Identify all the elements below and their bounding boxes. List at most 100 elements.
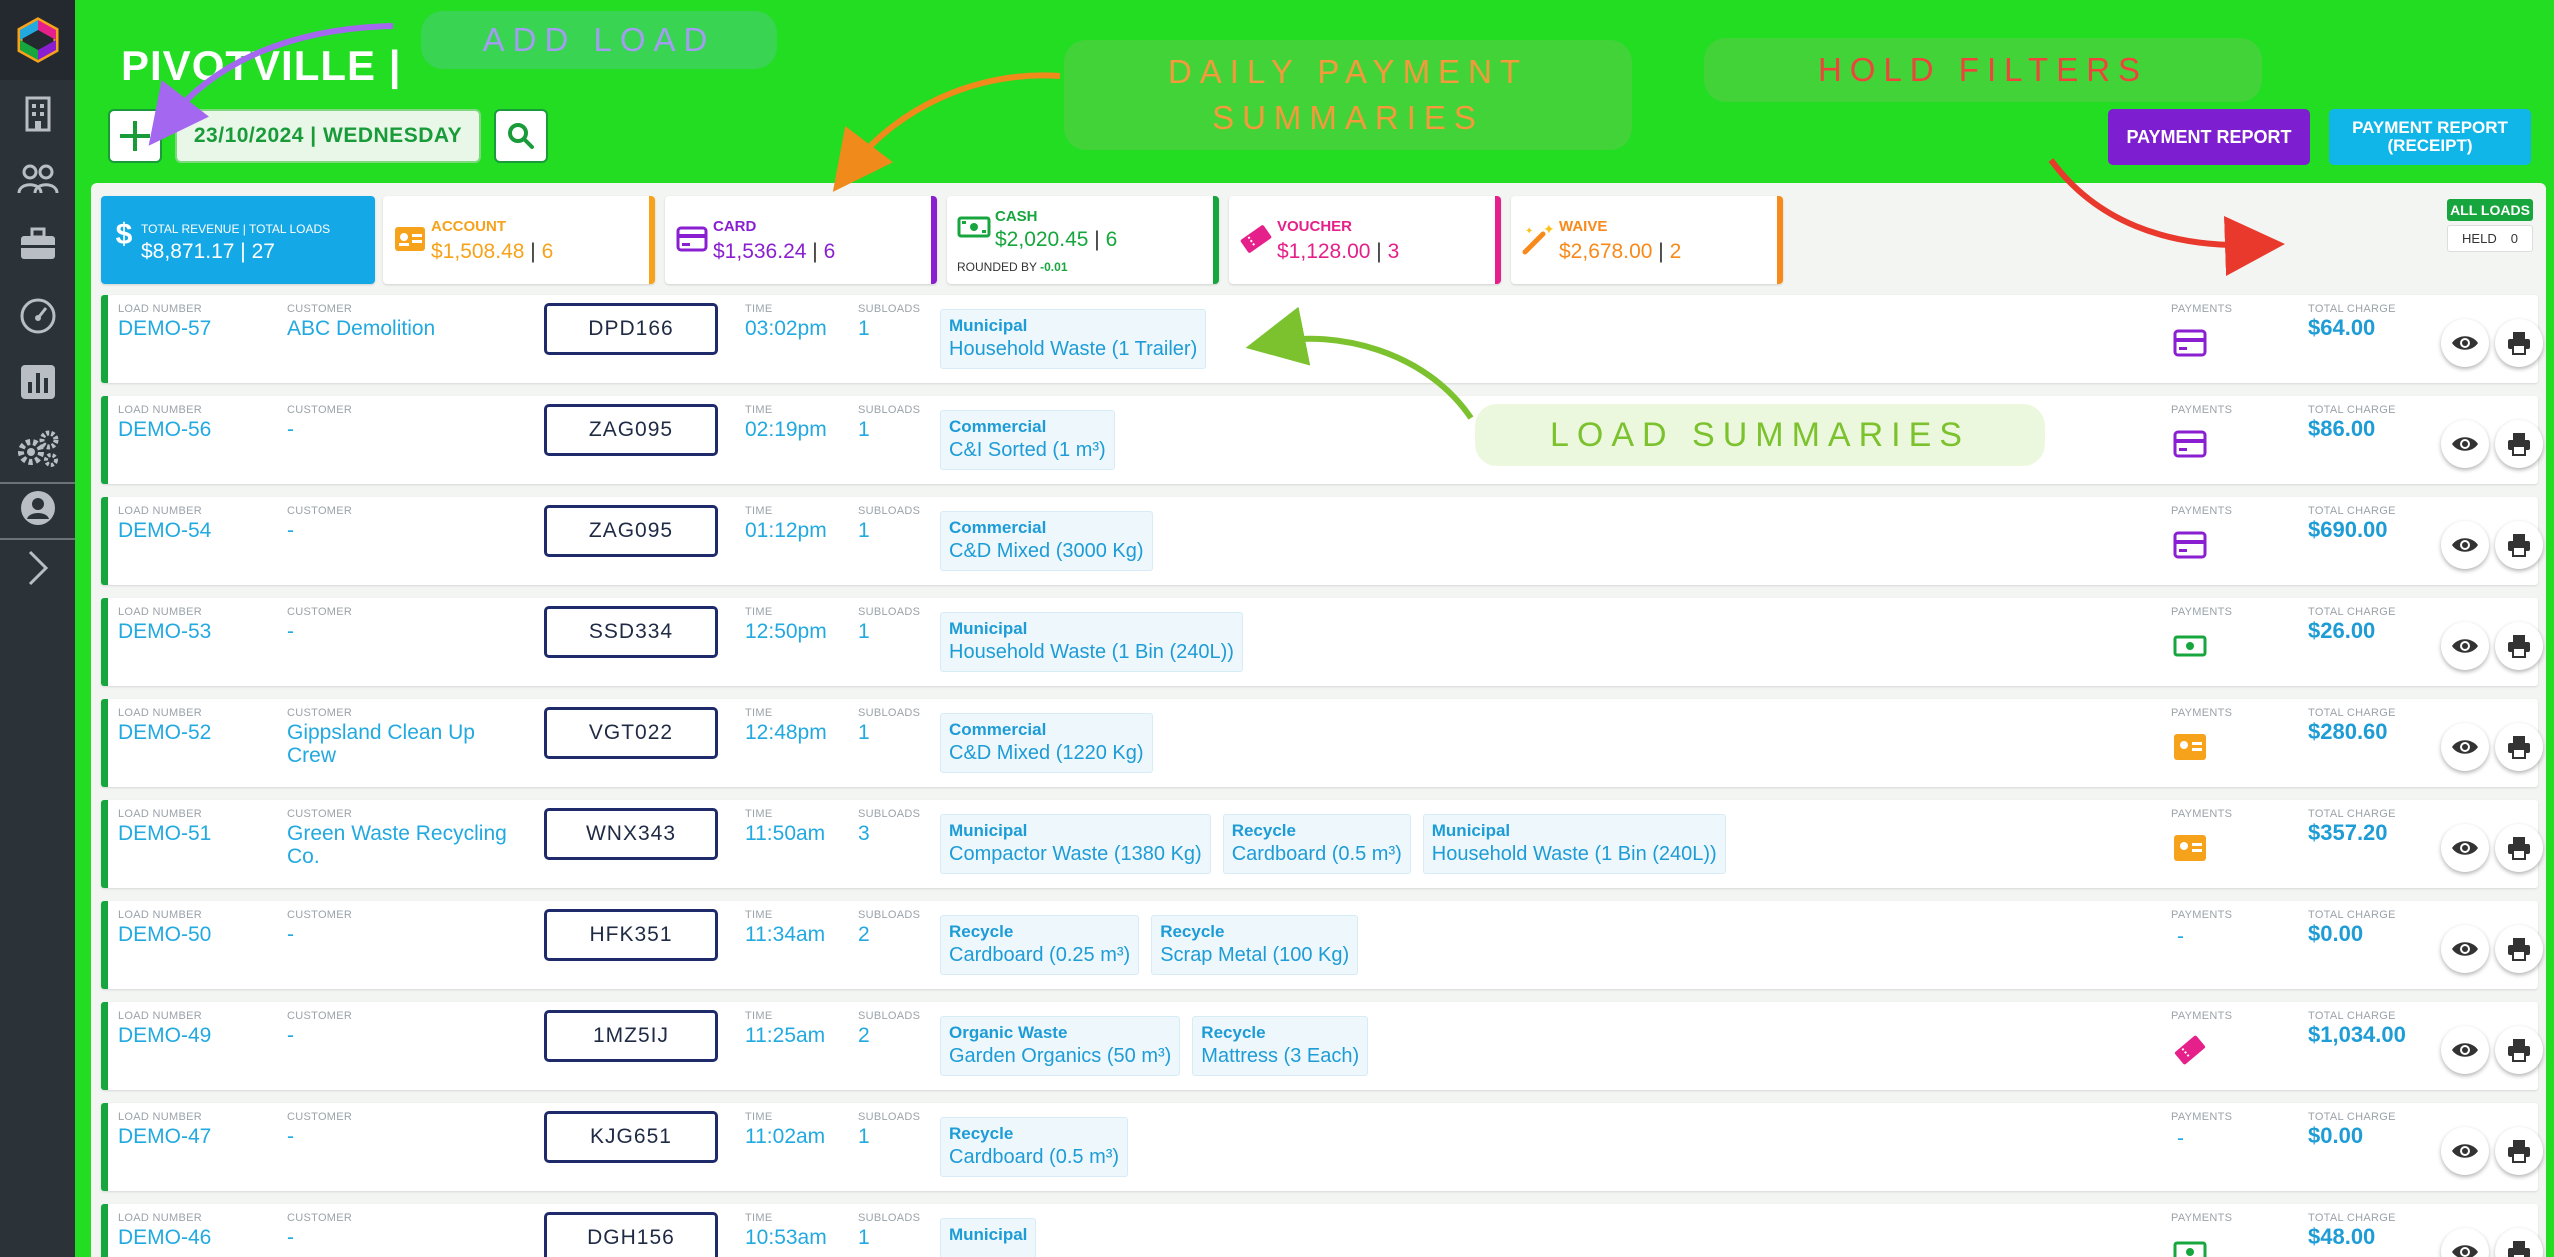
load-number[interactable]: DEMO-56	[118, 418, 211, 442]
load-row[interactable]: LOAD NUMBER DEMO-50 CUSTOMER - HFK351 TIME 11:…	[101, 901, 2543, 989]
payments-label: PAYMENTS	[2171, 1212, 2233, 1224]
subload-detail: C&D Mixed (3000 Kg)	[949, 540, 1144, 562]
view-load-button[interactable]	[2441, 622, 2489, 670]
subload-count: 2	[858, 1024, 870, 1047]
load-row[interactable]: LOAD NUMBER DEMO-49 CUSTOMER -1MZ5IJ TIME 11:…	[101, 1002, 2543, 1090]
customer-name[interactable]: -	[287, 418, 527, 441]
sidebar-item-loads[interactable]	[0, 214, 75, 274]
load-number[interactable]: DEMO-47	[118, 1125, 211, 1149]
view-load-button[interactable]	[2441, 1026, 2489, 1074]
sidebar-item-dashboard[interactable]	[0, 286, 75, 346]
subload-tag: Commercial C&D Mixed (1220 Kg)	[940, 713, 1153, 773]
customer-name[interactable]: Gippsland Clean Up Crew	[287, 721, 527, 767]
load-number[interactable]: DEMO-49	[118, 1024, 211, 1048]
subload-tag: Recycle Cardboard (0.25 m³)	[940, 915, 1140, 975]
print-load-button[interactable]	[2495, 319, 2543, 367]
total-revenue-card[interactable]: $ TOTAL REVENUE | TOTAL LOADS $8,871.17 …	[101, 196, 375, 284]
voucher-card[interactable]: VOUCHER $1,128.00 | 3	[1229, 196, 1501, 284]
customer-name[interactable]: -	[287, 1226, 527, 1249]
sidebar-item-profile[interactable]	[0, 478, 75, 538]
load-number[interactable]: DEMO-54	[118, 519, 211, 543]
held-filter[interactable]: HELD 0	[2447, 225, 2533, 252]
load-number[interactable]: DEMO-46	[118, 1226, 211, 1250]
svg-text:✦: ✦	[1525, 226, 1533, 237]
subload-list: Commercial C&I Sorted (1 m³)	[940, 410, 1115, 470]
customer-name[interactable]: Green Waste Recycling Co.	[287, 822, 527, 868]
sidebar-item-reports[interactable]	[0, 352, 75, 412]
briefcase-icon	[20, 227, 55, 259]
subload-tag: Municipal Household Waste (1 Trailer)	[940, 309, 1207, 369]
total-charge-label: TOTAL CHARGE	[2308, 606, 2396, 618]
payment-report-receipt-button[interactable]: PAYMENT REPORT (RECEIPT)	[2329, 109, 2531, 165]
load-number[interactable]: DEMO-57	[118, 317, 211, 341]
print-load-button[interactable]	[2495, 1127, 2543, 1175]
add-load-button[interactable]	[108, 109, 162, 163]
waive-card[interactable]: ✦ ✦ WAIVE $2,678.00 | 2	[1511, 196, 1783, 284]
customer-name[interactable]: -	[287, 519, 527, 542]
subload-detail: Cardboard (0.5 m³)	[949, 1146, 1120, 1168]
view-load-button[interactable]	[2441, 521, 2489, 569]
load-row[interactable]: LOAD NUMBER DEMO-53 CUSTOMER - SSD334 TIME 12:…	[101, 598, 2543, 686]
print-load-button[interactable]	[2495, 622, 2543, 670]
printer-icon	[2508, 1241, 2530, 1257]
load-row[interactable]: LOAD NUMBER DEMO-56 CUSTOMER - ZAG095 TIME 02:…	[101, 396, 2543, 484]
load-number[interactable]: DEMO-50	[118, 923, 211, 947]
id-card-icon	[393, 222, 427, 256]
printer-icon	[2508, 332, 2530, 355]
load-row[interactable]: LOAD NUMBER DEMO-46 CUSTOMER - DGH156 TIME 10:…	[101, 1204, 2543, 1257]
print-load-button[interactable]	[2495, 1026, 2543, 1074]
payment-receipt-label: PAYMENT REPORT	[2352, 118, 2508, 138]
time-label: TIME	[745, 1212, 773, 1224]
load-number[interactable]: DEMO-51	[118, 822, 211, 846]
voucher-value: $1,128.00 | 3	[1277, 240, 1400, 263]
view-load-button[interactable]	[2441, 1228, 2489, 1257]
load-row[interactable]: LOAD NUMBER DEMO-47 CUSTOMER - KJG651 TIME 11:…	[101, 1103, 2543, 1191]
all-loads-filter[interactable]: ALL LOADS	[2447, 199, 2533, 221]
subload-category: Recycle	[1201, 1023, 1266, 1042]
view-load-button[interactable]	[2441, 1127, 2489, 1175]
subload-category: Municipal	[949, 1225, 1028, 1244]
load-row[interactable]: LOAD NUMBER DEMO-54 CUSTOMER - ZAG095 TIME 01:…	[101, 497, 2543, 585]
sidebar-expand[interactable]	[0, 538, 75, 598]
customer-name[interactable]: -	[287, 1024, 527, 1047]
time-label: TIME	[745, 303, 773, 315]
print-load-button[interactable]	[2495, 521, 2543, 569]
load-time: 11:02am	[745, 1125, 826, 1148]
sidebar-item-building[interactable]	[0, 84, 75, 144]
search-button[interactable]	[494, 109, 548, 163]
date-selector[interactable]: 23/10/2024 | WEDNESDAY	[175, 109, 481, 163]
customer-name[interactable]: -	[287, 620, 527, 643]
view-load-button[interactable]	[2441, 925, 2489, 973]
print-load-button[interactable]	[2495, 1228, 2543, 1257]
card-payment-card[interactable]: CARD $1,536.24 | 6	[665, 196, 937, 284]
sidebar-item-settings[interactable]	[0, 418, 75, 478]
subload-count: 2	[858, 923, 870, 946]
subload-tag: Recycle Scrap Metal (100 Kg)	[1151, 915, 1359, 975]
cash-card[interactable]: CASH $2,020.45 | 6 ROUNDED BY -0.01	[947, 196, 1219, 284]
total-charge: $0.00	[2308, 1123, 2364, 1148]
load-row[interactable]: LOAD NUMBER DEMO-57 CUSTOMER ABC Demolition…	[101, 295, 2543, 383]
customer-name[interactable]: ABC Demolition	[287, 317, 527, 340]
gears-icon	[17, 430, 58, 467]
waive-label: WAIVE	[1559, 218, 1608, 235]
sidebar-item-customers[interactable]	[0, 148, 75, 208]
view-load-button[interactable]	[2441, 319, 2489, 367]
payments-label: PAYMENTS	[2171, 909, 2233, 921]
print-load-button[interactable]	[2495, 420, 2543, 468]
print-load-button[interactable]	[2495, 723, 2543, 771]
payment-report-button[interactable]: PAYMENT REPORT	[2108, 109, 2310, 165]
load-row[interactable]: LOAD NUMBER DEMO-51 CUSTOMER Green Waste Re…	[101, 800, 2543, 888]
customer-name[interactable]: -	[287, 923, 527, 946]
view-load-button[interactable]	[2441, 420, 2489, 468]
account-value: $1,508.48 | 6	[431, 240, 554, 263]
print-load-button[interactable]	[2495, 824, 2543, 872]
customer-name[interactable]: -	[287, 1125, 527, 1148]
account-card[interactable]: ACCOUNT $1,508.48 | 6	[383, 196, 655, 284]
print-load-button[interactable]	[2495, 925, 2543, 973]
view-load-button[interactable]	[2441, 824, 2489, 872]
app-logo[interactable]	[0, 0, 75, 80]
view-load-button[interactable]	[2441, 723, 2489, 771]
load-number[interactable]: DEMO-52	[118, 721, 211, 745]
load-row[interactable]: LOAD NUMBER DEMO-52 CUSTOMER Gippsland Clea…	[101, 699, 2543, 787]
load-number[interactable]: DEMO-53	[118, 620, 211, 644]
